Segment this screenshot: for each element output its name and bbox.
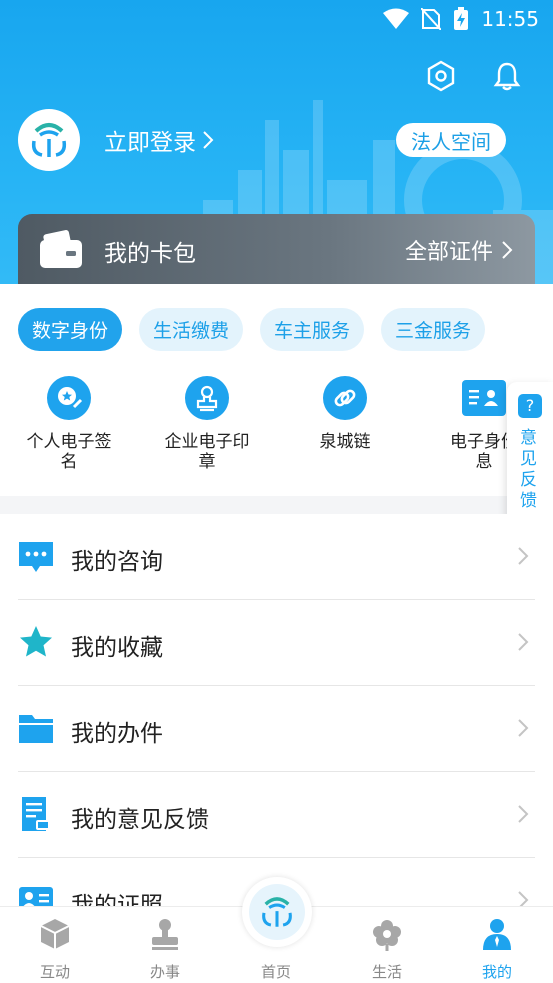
feedback-tab-label: 意见反馈 [520,428,537,511]
card-bag-title: 我的卡包 [104,241,196,267]
service-enterprise-e-seal[interactable]: 企业电子印 章 [147,376,267,472]
nav-interaction[interactable]: 互动 [10,917,100,982]
service-personal-e-signature[interactable]: 个人电子签 名 [9,376,129,472]
status-time: 11:55 [481,7,539,31]
service-label: 个人电子签 [26,432,112,452]
battery-charging-icon [454,7,469,30]
list-item-label: 我的意见反馈 [71,807,209,833]
login-link[interactable]: 立即登录 [104,123,214,157]
tab-utility-payment[interactable]: 生活缴费 [139,308,244,351]
list-item-my-feedback[interactable]: 我的意见反馈 [18,772,535,858]
floating-feedback-button[interactable]: ? 意见反馈 [507,382,553,524]
wifi-icon [383,8,410,29]
stamp-icon [152,919,178,950]
service-label-line2: 章 [198,452,216,472]
seal-icon [196,385,218,412]
nav-label: 生活 [371,963,402,981]
list-item-label: 我的咨询 [71,549,163,575]
nav-home[interactable]: 首页 [231,955,321,982]
nav-mine[interactable]: 我的 [452,917,542,982]
chat-icon [19,542,53,572]
nav-label: 办事 [149,963,180,981]
tab-three-funds-services[interactable]: 三金服务 [381,308,486,351]
folder-icon [19,715,53,743]
question-icon: ? [518,394,542,418]
list-item-label: 我的办件 [71,721,163,747]
chevron-right-icon [518,547,529,565]
service-label-line2: 名 [60,452,78,472]
list-item-my-favorites[interactable]: 我的收藏 [18,600,535,686]
nav-life[interactable]: 生活 [342,917,432,982]
id-card-icon [469,390,498,406]
nav-label: 我的 [481,963,512,981]
tab-digital-identity[interactable]: 数字身份 [18,308,123,351]
flower-icon [373,920,401,951]
nav-label: 互动 [39,963,70,981]
quancheng-logo-icon [31,123,67,157]
no-sim-icon [421,8,442,30]
status-bar: 11:55 [0,0,553,40]
login-label: 立即登录 [104,130,196,156]
all-certificates-label: 全部证件 [404,240,493,265]
chevron-right-icon [518,805,529,823]
home-center-button[interactable] [242,877,312,947]
my-menu-list: 我的咨询 我的收藏 我的办件 我的意见反馈 我的证照 [0,514,553,914]
home-logo-icon [262,897,292,927]
avatar[interactable] [18,109,80,171]
card-bag-banner[interactable]: 我的卡包 全部证件 [18,214,535,284]
header: 11:55 立即登录 法人空间 我的卡包 全部证件 [0,0,553,300]
star-icon [20,626,52,657]
cube-icon [40,919,70,949]
bell-icon[interactable] [491,60,523,92]
chain-icon [334,389,356,407]
service-label: 泉城链 [319,432,371,452]
service-panel: 数字身份 生活缴费 车主服务 三金服务 个人电子签 名 企业电子印 章 泉城链 … [0,284,553,496]
service-tabs: 数字身份 生活缴费 车主服务 三金服务 [18,308,486,351]
all-certificates-link[interactable]: 全部证件 [405,234,513,266]
chevron-right-icon [502,241,513,259]
chevron-right-icon [518,633,529,651]
feedback-doc-icon [22,797,50,831]
nav-label: 首页 [260,963,291,981]
tab-car-owner-services[interactable]: 车主服务 [260,308,365,351]
service-quancheng-chain[interactable]: 泉城链 [285,376,405,452]
user-icon [483,919,511,950]
legal-space-button[interactable]: 法人空间 [396,123,506,157]
list-item-my-consultations[interactable]: 我的咨询 [18,514,535,600]
signature-icon [58,387,83,409]
service-label: 企业电子印 [164,432,250,452]
wallet-icon [40,230,82,268]
settings-icon[interactable] [425,60,457,92]
chevron-right-icon [203,131,214,149]
list-item-my-cases[interactable]: 我的办件 [18,686,535,772]
nav-services[interactable]: 办事 [120,917,210,982]
list-item-label: 我的收藏 [71,635,163,661]
chevron-right-icon [518,719,529,737]
